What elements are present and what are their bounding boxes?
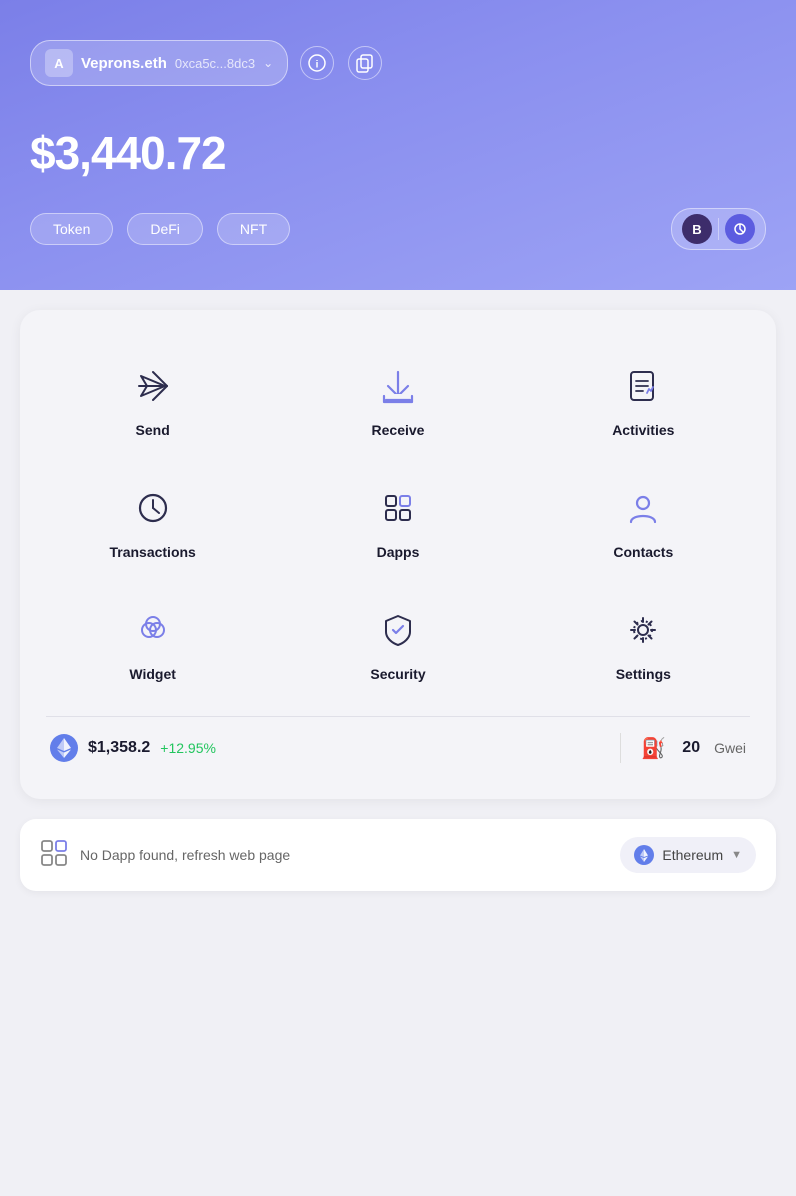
widget-label: Widget [129,666,176,682]
dapps-label: Dapps [377,544,420,560]
brand-icons: B [671,208,766,250]
send-button[interactable]: Send [30,340,275,462]
settings-button[interactable]: Settings [521,584,766,706]
copy-button[interactable] [348,46,382,80]
network-name: Ethereum [662,847,723,863]
widget-button[interactable]: Widget [30,584,275,706]
brand-divider [718,218,719,240]
receive-label: Receive [372,422,425,438]
clock-icon [127,482,179,534]
eth-logo [50,734,78,762]
activities-button[interactable]: Activities [521,340,766,462]
tab-row: Token DeFi NFT B [30,208,766,250]
dapps-small-icon [40,839,68,872]
info-button[interactable]: i [300,46,334,80]
no-dapp-text: No Dapp found, refresh web page [80,847,290,863]
header-icons: i [300,46,382,80]
action-grid: Send Receive [30,340,766,706]
send-icon [127,360,179,412]
dropdown-arrow-icon: ▼ [731,849,742,861]
brand-b-icon[interactable]: B [682,214,712,244]
tab-token[interactable]: Token [30,213,113,245]
main-card: Send Receive [20,310,776,799]
bottom-bar: No Dapp found, refresh web page Ethereum… [20,819,776,891]
activities-label: Activities [612,422,674,438]
dapps-icon [372,482,424,534]
eth-price: $1,358.2 [88,739,150,757]
wallet-selector[interactable]: A Veprons.eth 0xca5c...8dc3 ⌄ [30,40,288,86]
balance-display: $3,440.72 [30,126,766,180]
dapp-info: No Dapp found, refresh web page [40,839,290,872]
receive-icon [372,360,424,412]
gas-unit: Gwei [714,740,746,756]
stats-row: $1,358.2 +12.95% ⛽ 20 Gwei [30,717,766,779]
security-button[interactable]: Security [275,584,520,706]
network-selector[interactable]: Ethereum ▼ [620,837,756,873]
address-bar: A Veprons.eth 0xca5c...8dc3 ⌄ i [30,40,766,86]
transactions-label: Transactions [109,544,195,560]
receive-button[interactable]: Receive [275,340,520,462]
security-icon [372,604,424,656]
dapps-button[interactable]: Dapps [275,462,520,584]
wallet-name: Veprons.eth [81,55,167,72]
security-label: Security [370,666,425,682]
header: A Veprons.eth 0xca5c...8dc3 ⌄ i $3,440.7… [0,0,796,290]
contacts-button[interactable]: Contacts [521,462,766,584]
settings-icon [617,604,669,656]
chevron-down-icon: ⌄ [263,56,273,70]
network-eth-logo [634,845,654,865]
transactions-button[interactable]: Transactions [30,462,275,584]
activities-icon [617,360,669,412]
tab-defi[interactable]: DeFi [127,213,203,245]
svg-text:i: i [316,60,319,71]
contacts-icon [617,482,669,534]
gas-value: 20 [682,739,700,757]
tab-nft[interactable]: NFT [217,213,290,245]
eth-change: +12.95% [160,740,216,756]
wallet-address: 0xca5c...8dc3 [175,56,255,71]
send-label: Send [136,422,170,438]
contacts-label: Contacts [613,544,673,560]
widget-icon [127,604,179,656]
brand-chart-icon[interactable] [725,214,755,244]
gas-pump-icon: ⛽ [641,736,666,761]
stats-vertical-divider [620,733,621,763]
avatar: A [45,49,73,77]
settings-label: Settings [616,666,671,682]
